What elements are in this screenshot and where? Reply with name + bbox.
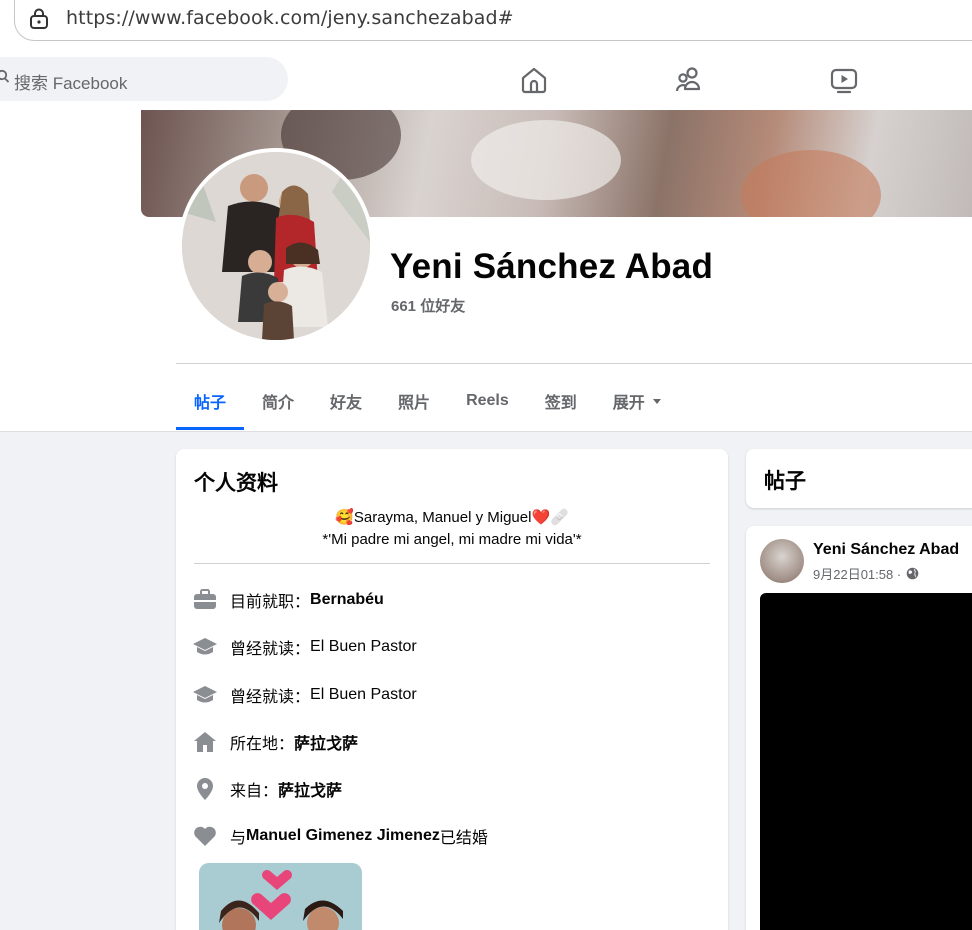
post-meta: 9月22日01:58 · bbox=[813, 564, 919, 583]
tab-label: 签到 bbox=[544, 395, 577, 412]
education-value[interactable]: El Buen Pastor bbox=[310, 686, 417, 704]
tab-label: 展开 bbox=[612, 395, 645, 412]
post-timestamp[interactable]: 9月22日01:58 · bbox=[813, 564, 901, 583]
bio-line-1: 🥰Sarayma, Manuel y Miguel❤️🩹 bbox=[335, 509, 569, 526]
tab-photos[interactable]: 照片 bbox=[380, 372, 448, 430]
lives-in-row: 所在地： 萨拉戈萨 bbox=[192, 729, 358, 755]
bio-line-2: *'Mi padre mi angel, mi madre mi vida'* bbox=[322, 531, 582, 548]
featured-photo-image bbox=[199, 863, 362, 930]
from-prefix: 来自： bbox=[230, 783, 279, 800]
from-row: 来自： 萨拉戈萨 bbox=[192, 776, 342, 802]
intro-title: 个人资料 bbox=[194, 472, 278, 495]
posts-header-card: 帖子 bbox=[746, 449, 972, 508]
relationship-prefix: 与 bbox=[230, 830, 247, 847]
search-placeholder[interactable]: 搜索 Facebook bbox=[14, 69, 127, 94]
friends-count[interactable]: 661 位好友 bbox=[391, 295, 465, 316]
intro-card: 个人资料 🥰Sarayma, Manuel y Miguel❤️🩹 *'Mi p… bbox=[176, 449, 728, 930]
education-prefix: 曾经就读： bbox=[230, 641, 311, 658]
education-prefix: 曾经就读： bbox=[230, 689, 311, 706]
location-pin-icon bbox=[192, 776, 218, 802]
relationship-row: 与 Manuel Gimenez Jimenez 已结婚 bbox=[192, 823, 488, 849]
post-card: Yeni Sánchez Abad 9月22日01:58 · bbox=[746, 526, 972, 930]
search-icon bbox=[0, 69, 10, 83]
heart-icon bbox=[192, 823, 218, 849]
tab-reels[interactable]: Reels bbox=[448, 372, 527, 430]
profile-avatar[interactable] bbox=[182, 152, 370, 340]
education-row-2: 曾经就读： El Buen Pastor bbox=[192, 682, 417, 708]
profile-name: Yeni Sánchez Abad bbox=[390, 247, 714, 286]
education-row-1: 曾经就读： El Buen Pastor bbox=[192, 634, 417, 660]
tab-label: 帖子 bbox=[194, 395, 227, 412]
tab-label: 简介 bbox=[262, 395, 295, 412]
profile-header: Yeni Sánchez Abad 661 位好友 帖子 简介 好友 照片 Re… bbox=[0, 110, 972, 432]
posts-title: 帖子 bbox=[764, 470, 806, 493]
tab-label: 照片 bbox=[398, 395, 431, 412]
tab-more[interactable]: 展开 bbox=[595, 372, 679, 430]
avatar-photo bbox=[182, 152, 370, 340]
home-icon bbox=[192, 729, 218, 755]
bio: 🥰Sarayma, Manuel y Miguel❤️🩹 *'Mi padre … bbox=[176, 507, 728, 551]
relationship-name[interactable]: Manuel Gimenez Jimenez bbox=[246, 827, 440, 845]
from-value[interactable]: 萨拉戈萨 bbox=[278, 777, 342, 801]
graduation-cap-icon bbox=[192, 682, 218, 708]
caret-down-icon bbox=[652, 398, 661, 404]
home-icon[interactable] bbox=[519, 65, 549, 95]
lives-prefix: 所在地： bbox=[230, 736, 295, 753]
profile-tabs: 帖子 简介 好友 照片 Reels 签到 展开 bbox=[176, 372, 679, 430]
lives-value[interactable]: 萨拉戈萨 bbox=[294, 730, 358, 754]
tab-checkins[interactable]: 签到 bbox=[527, 372, 595, 430]
friends-icon[interactable] bbox=[674, 65, 704, 95]
tab-about[interactable]: 简介 bbox=[244, 372, 312, 430]
tab-posts[interactable]: 帖子 bbox=[176, 372, 245, 430]
relationship-suffix: 已结婚 bbox=[439, 830, 488, 847]
tab-label: Reels bbox=[466, 392, 509, 409]
post-author-name[interactable]: Yeni Sánchez Abad bbox=[813, 541, 959, 559]
facebook-header: 搜索 Facebook bbox=[0, 48, 972, 110]
graduation-cap-icon bbox=[192, 634, 218, 660]
divider bbox=[194, 563, 710, 564]
post-author-avatar[interactable] bbox=[760, 539, 804, 583]
tab-label: 好友 bbox=[330, 395, 363, 412]
url-text[interactable]: https://www.facebook.com/jeny.sanchezaba… bbox=[66, 7, 514, 29]
featured-photo[interactable] bbox=[199, 863, 362, 930]
work-row: 目前就职： Bernabéu bbox=[192, 587, 384, 613]
work-value[interactable]: Bernabéu bbox=[310, 591, 384, 609]
post-media[interactable] bbox=[760, 593, 972, 930]
lock-icon[interactable] bbox=[29, 8, 49, 30]
work-prefix: 目前就职： bbox=[230, 594, 311, 611]
divider bbox=[176, 363, 972, 364]
briefcase-icon bbox=[192, 587, 218, 613]
video-icon[interactable] bbox=[829, 65, 859, 95]
education-value[interactable]: El Buen Pastor bbox=[310, 638, 417, 656]
browser-toolbar: https://www.facebook.com/jeny.sanchezaba… bbox=[0, 0, 972, 48]
tab-friends[interactable]: 好友 bbox=[312, 372, 380, 430]
globe-icon[interactable] bbox=[906, 567, 919, 580]
